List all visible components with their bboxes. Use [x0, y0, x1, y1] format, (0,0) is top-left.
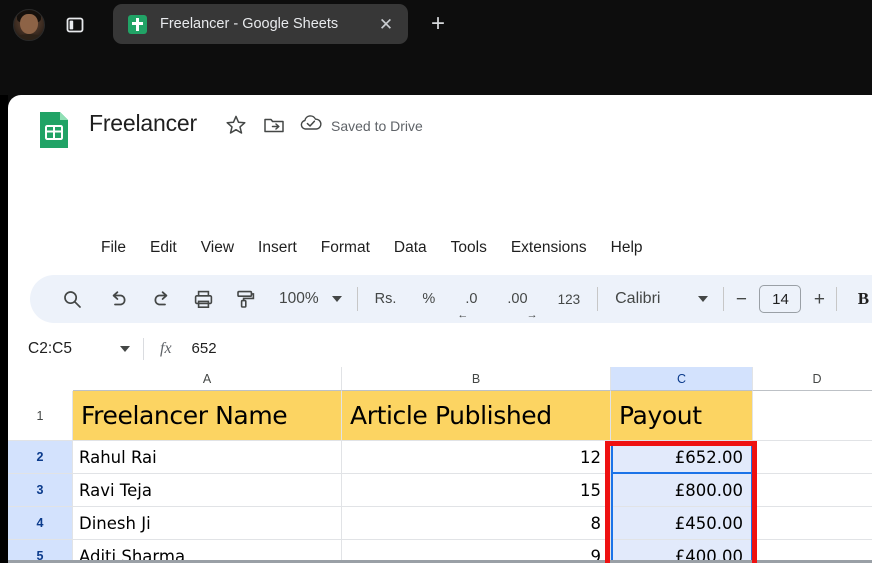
- menu-extensions[interactable]: Extensions: [499, 236, 599, 260]
- toolbar-divider-4: [836, 287, 838, 311]
- column-header-row: ABCD: [8, 367, 872, 391]
- cell-C2[interactable]: £652.00: [611, 441, 753, 474]
- formula-bar: fx: [8, 331, 872, 366]
- cloud-saved-icon: [299, 113, 323, 138]
- zoom-selector[interactable]: 100%: [273, 290, 348, 308]
- cell-D1[interactable]: [753, 391, 872, 441]
- search-icon[interactable]: [54, 281, 90, 317]
- row-header-3[interactable]: 3: [8, 474, 73, 507]
- column-header-B[interactable]: B: [342, 367, 611, 391]
- font-size-decrease-button[interactable]: −: [733, 290, 749, 309]
- column-header-D[interactable]: D: [753, 367, 872, 391]
- menu-insert[interactable]: Insert: [246, 236, 309, 260]
- currency-format-button[interactable]: Rs.: [367, 284, 405, 314]
- cell-B2[interactable]: 12: [342, 441, 611, 474]
- name-box-input[interactable]: [28, 339, 98, 358]
- tab-strip: Freelancer - Google Sheets ✕ +: [0, 0, 872, 48]
- menu-edit[interactable]: Edit: [138, 236, 189, 260]
- more-formats-button[interactable]: 123: [550, 284, 589, 314]
- avatar-shoulders: [14, 34, 44, 40]
- window-left-edge: [0, 95, 8, 563]
- document-title[interactable]: Freelancer: [89, 110, 197, 137]
- increase-decimal-label: .00: [507, 290, 528, 307]
- font-family-value: Calibri: [615, 290, 661, 307]
- cell-A2[interactable]: Rahul Rai: [73, 441, 342, 474]
- menu-tools[interactable]: Tools: [439, 236, 499, 260]
- menu-bar: File Edit View Insert Format Data Tools …: [89, 236, 655, 260]
- avatar[interactable]: [13, 9, 45, 41]
- menu-format[interactable]: Format: [309, 236, 382, 260]
- saved-state-label: Saved to Drive: [331, 117, 423, 134]
- row-header-4[interactable]: 4: [8, 507, 73, 540]
- google-sheets-logo: [34, 110, 74, 150]
- formula-bar-divider: [143, 337, 144, 360]
- cell-A4[interactable]: Dinesh Ji: [73, 507, 342, 540]
- cell-A1[interactable]: Freelancer Name: [73, 391, 342, 441]
- cell-A3[interactable]: Ravi Teja: [73, 474, 342, 507]
- new-tab-button[interactable]: +: [423, 9, 453, 39]
- toolbar-divider-1: [356, 287, 358, 311]
- bold-button[interactable]: B: [846, 282, 872, 316]
- formula-input[interactable]: [191, 340, 872, 357]
- cell-C3[interactable]: £800.00: [611, 474, 753, 507]
- browser-nav-row: https://docs.google.com/spreadsheets/d/1…: [0, 48, 872, 136]
- cell-C4[interactable]: £450.00: [611, 507, 753, 540]
- arrow-right-small-icon: →: [526, 309, 538, 321]
- sidebar-panel-icon[interactable]: [62, 12, 88, 38]
- arrow-left-small-icon: ←: [457, 309, 469, 321]
- chevron-down-icon: [331, 296, 342, 302]
- chevron-down-icon: [698, 296, 709, 302]
- name-box[interactable]: [8, 331, 143, 366]
- font-size-group: − +: [733, 285, 827, 313]
- decrease-decimal-label: .0: [465, 290, 478, 307]
- decrease-decimal-button[interactable]: .0 ←: [457, 284, 485, 321]
- font-size-input[interactable]: [759, 285, 802, 313]
- column-header-C[interactable]: C: [611, 367, 753, 391]
- font-size-increase-button[interactable]: +: [811, 290, 827, 309]
- toolbar-divider-2: [597, 287, 599, 311]
- cell-D2[interactable]: [753, 441, 872, 474]
- spreadsheet-grid: ABCD 12345678Freelancer NameArticle Publ…: [8, 367, 872, 563]
- toolbar: 100% Rs. % .0 ← .00 → 123 Calibri − + B …: [30, 275, 872, 323]
- toolbar-divider-3: [723, 287, 725, 311]
- paint-format-icon[interactable]: [227, 281, 263, 317]
- close-icon[interactable]: ✕: [373, 11, 399, 37]
- cell-D4[interactable]: [753, 507, 872, 540]
- chevron-down-icon[interactable]: [120, 346, 130, 352]
- google-sheets-favicon: [128, 14, 147, 34]
- menu-help[interactable]: Help: [599, 236, 655, 260]
- cell-D3[interactable]: [753, 474, 872, 507]
- increase-decimal-button[interactable]: .00 →: [499, 284, 537, 321]
- google-sheets-app: Freelancer Saved to Drive File Edit View…: [8, 95, 872, 563]
- cell-B1[interactable]: Article Published: [342, 391, 611, 441]
- move-to-folder-icon[interactable]: [262, 113, 286, 137]
- browser-tab-freelancer[interactable]: Freelancer - Google Sheets ✕: [113, 4, 408, 44]
- font-family-selector[interactable]: Calibri: [609, 290, 714, 308]
- function-icon[interactable]: fx: [160, 340, 172, 358]
- row-header-2[interactable]: 2: [8, 441, 73, 474]
- column-header-A[interactable]: A: [73, 367, 342, 391]
- menu-file[interactable]: File: [89, 236, 138, 260]
- percent-format-button[interactable]: %: [414, 284, 443, 314]
- print-icon[interactable]: [185, 281, 221, 317]
- zoom-value: 100%: [279, 290, 319, 307]
- saved-state[interactable]: Saved to Drive: [299, 113, 423, 138]
- undo-icon[interactable]: [101, 281, 137, 317]
- avatar-face: [20, 13, 38, 34]
- menu-view[interactable]: View: [189, 236, 246, 260]
- menu-data[interactable]: Data: [382, 236, 439, 260]
- star-icon[interactable]: [224, 113, 248, 137]
- cell-B4[interactable]: 8: [342, 507, 611, 540]
- cell-C1[interactable]: Payout: [611, 391, 753, 441]
- redo-icon[interactable]: [143, 281, 179, 317]
- tab-title: Freelancer - Google Sheets: [160, 16, 339, 32]
- browser-chrome: Freelancer - Google Sheets ✕ +: [0, 0, 872, 136]
- row-header-1[interactable]: 1: [8, 391, 73, 441]
- cell-B3[interactable]: 15: [342, 474, 611, 507]
